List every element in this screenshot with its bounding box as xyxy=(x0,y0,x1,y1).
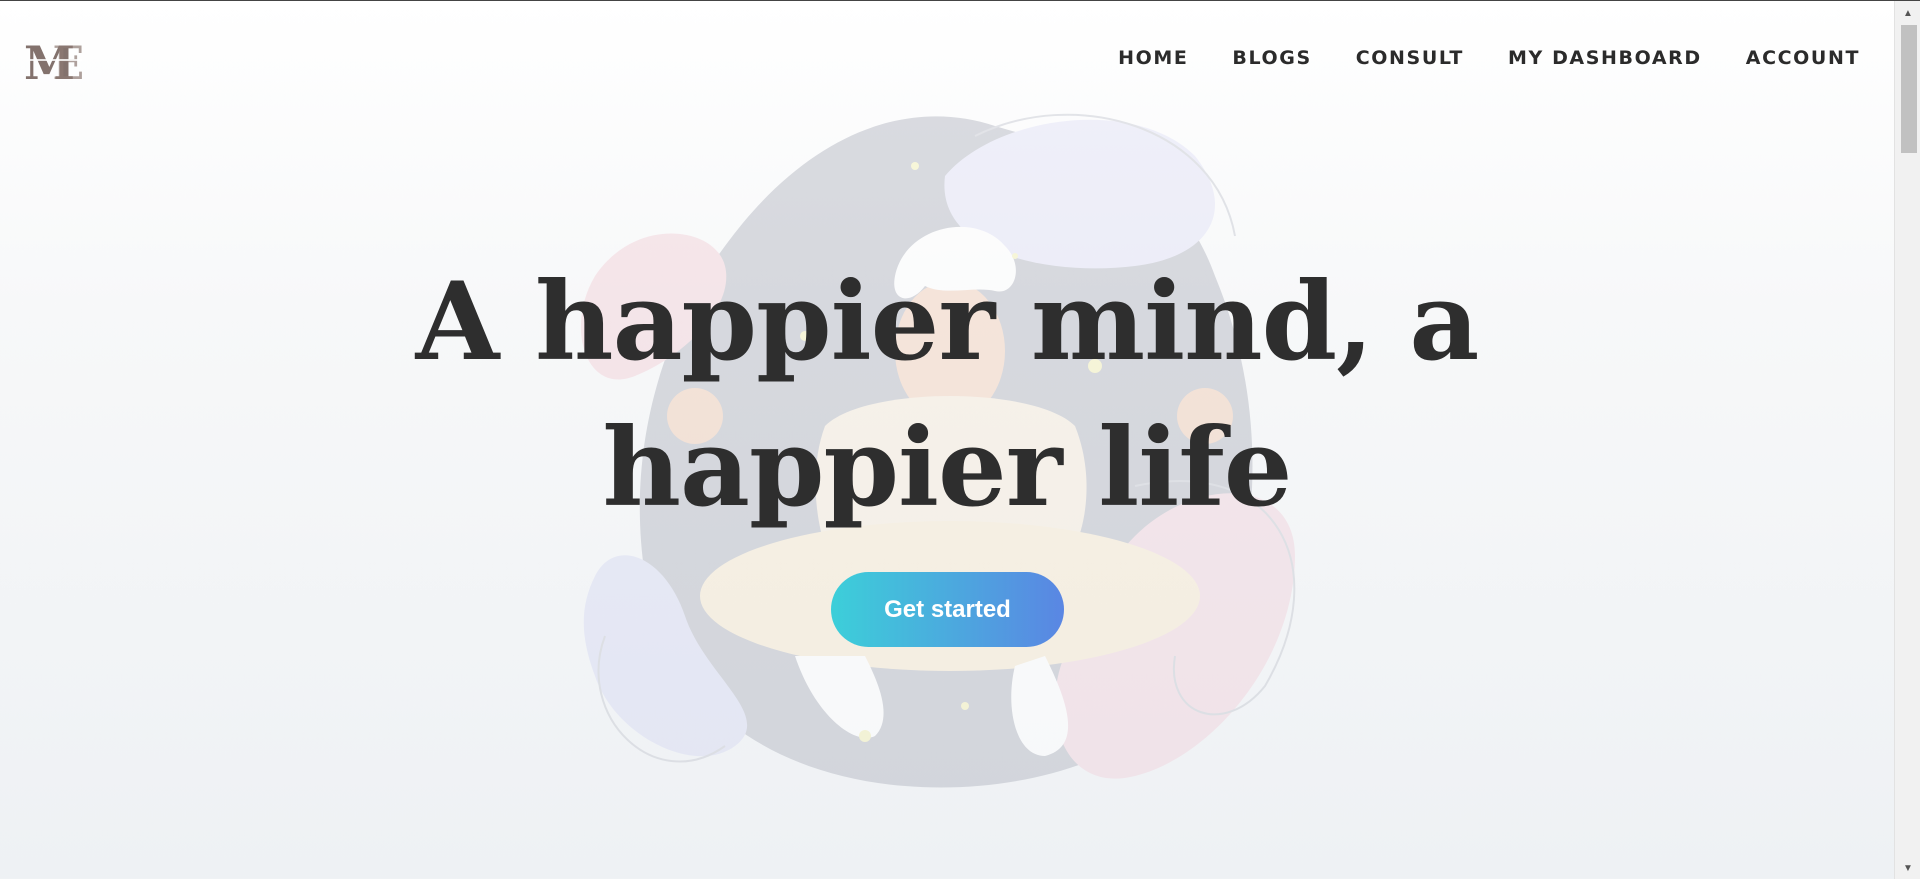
scrollbar-thumb[interactable] xyxy=(1901,25,1917,153)
main-nav: HOME BLOGS CONSULT MY DASHBOARD ACCOUNT xyxy=(1118,47,1860,69)
vertical-scrollbar[interactable]: ▲ ▼ xyxy=(1894,1,1920,879)
page: M E HOME BLOGS CONSULT MY DASHBOARD ACCO… xyxy=(0,1,1894,879)
site-logo[interactable]: M E xyxy=(24,36,96,90)
hero-title: A happier mind, a happier life xyxy=(0,249,1894,541)
nav-blogs[interactable]: BLOGS xyxy=(1232,47,1311,69)
nav-my-dashboard[interactable]: MY DASHBOARD xyxy=(1508,47,1702,69)
nav-account[interactable]: ACCOUNT xyxy=(1746,47,1860,69)
svg-text:E: E xyxy=(52,39,86,85)
nav-consult[interactable]: CONSULT xyxy=(1356,47,1464,69)
triangle-up-icon[interactable]: ▲ xyxy=(1895,3,1920,23)
nav-home[interactable]: HOME xyxy=(1118,47,1188,69)
get-started-button[interactable]: Get started xyxy=(831,572,1064,647)
hero-title-line-2: happier life xyxy=(602,405,1293,531)
hero-title-line-1: A happier mind, a xyxy=(415,259,1480,385)
me-monogram-logo-icon: M E xyxy=(24,36,86,90)
triangle-down-icon[interactable]: ▼ xyxy=(1895,858,1920,878)
